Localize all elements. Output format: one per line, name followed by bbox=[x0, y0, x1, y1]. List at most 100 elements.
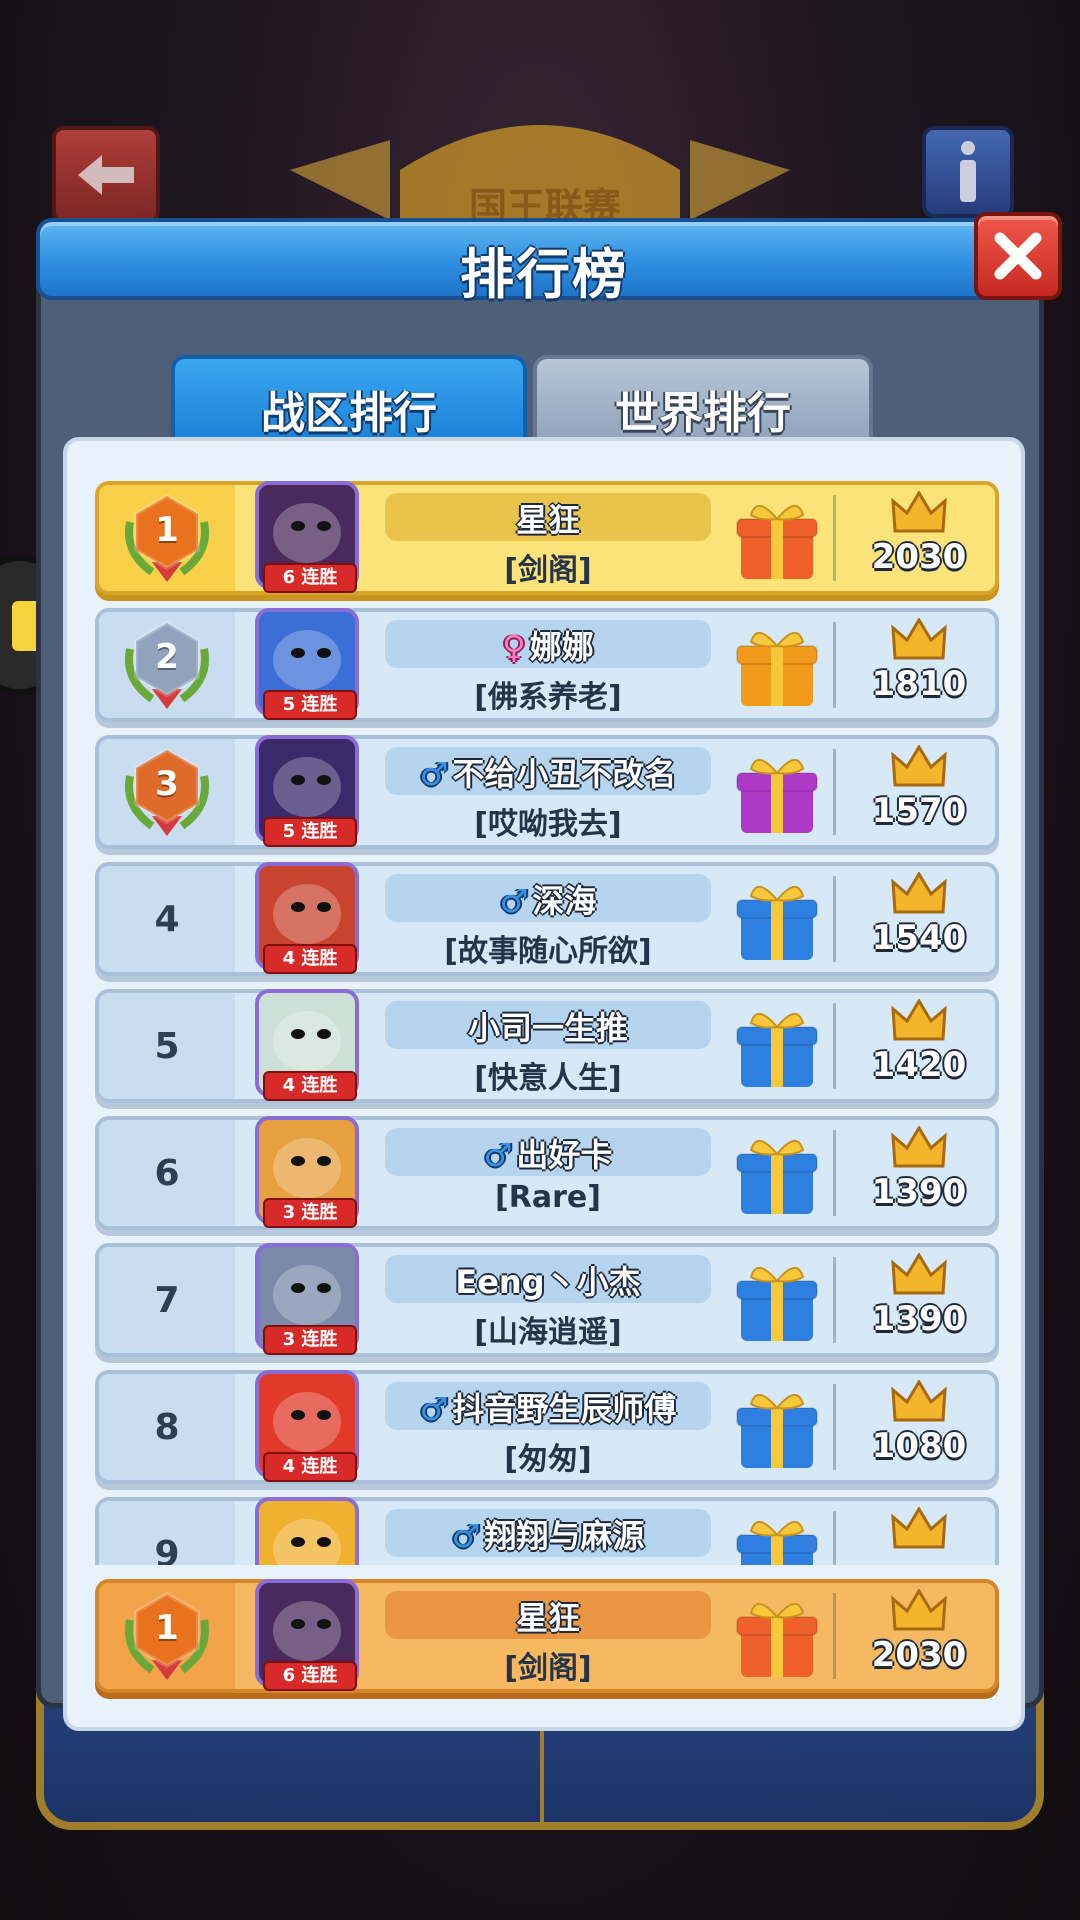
guild-name: [山海逍遥] bbox=[474, 1315, 622, 1350]
ranking-row[interactable]: 5 4 连胜 小司一生推 [快意人生] 1420 bbox=[95, 989, 999, 1103]
trophy-score: 1420 bbox=[871, 1045, 967, 1085]
player-name: 星狂 bbox=[365, 495, 731, 541]
row-divider bbox=[833, 1257, 836, 1343]
male-icon: ♂ bbox=[419, 1390, 449, 1428]
crown-icon bbox=[891, 1380, 947, 1422]
gift-button[interactable] bbox=[731, 1001, 823, 1093]
ranking-row[interactable]: 3 5 连胜 ♂ 不给小丑不改名 [哎呦我去] 1570 bbox=[95, 735, 999, 849]
trophy-score: 2030 bbox=[871, 1635, 967, 1675]
gift-icon bbox=[736, 632, 818, 706]
rank-number: 4 bbox=[154, 898, 180, 940]
avatar-eye bbox=[317, 902, 331, 912]
avatar-eye bbox=[291, 1283, 305, 1293]
gift-button[interactable] bbox=[731, 1509, 823, 1565]
gift-icon bbox=[736, 505, 818, 579]
gift-icon bbox=[736, 1267, 818, 1341]
gift-button[interactable] bbox=[731, 1382, 823, 1474]
player-name-text: 不给小丑不改名 bbox=[452, 755, 677, 793]
player-name: Eeng丶小杰 bbox=[365, 1257, 731, 1303]
avatar-eye bbox=[317, 1029, 331, 1039]
gift-icon bbox=[736, 1013, 818, 1087]
player-name-text: 星狂 bbox=[515, 1599, 580, 1637]
tab-zone-ranking[interactable]: 战区排行 bbox=[171, 355, 527, 445]
avatar-eye bbox=[291, 1156, 305, 1166]
player-avatar[interactable] bbox=[255, 1497, 359, 1565]
rank-number: 6 bbox=[154, 1152, 180, 1194]
trophy-score: 1810 bbox=[871, 664, 967, 704]
win-streak-badge: 4 连胜 bbox=[263, 1452, 357, 1482]
male-icon: ♂ bbox=[483, 1136, 513, 1174]
gift-button[interactable] bbox=[731, 747, 823, 839]
ranking-list[interactable]: 16 连胜 星狂 [剑阁] 2030 2 5 连胜 ♀ 娜娜 [佛系养老] 1810 3 5 连胜 ♂ 不… bbox=[95, 481, 999, 1565]
avatar-face bbox=[273, 1011, 341, 1071]
avatar-eye bbox=[317, 775, 331, 785]
crown-icon bbox=[891, 1507, 947, 1549]
dialog-title: 排行榜 bbox=[460, 243, 628, 306]
gift-icon bbox=[736, 1140, 818, 1214]
rank-cell: 1 bbox=[99, 485, 235, 591]
trophy-score: 2030 bbox=[871, 537, 967, 577]
ranking-row[interactable]: 2 5 连胜 ♀ 娜娜 [佛系养老] 1810 bbox=[95, 608, 999, 722]
male-icon: ♂ bbox=[419, 755, 449, 793]
avatar-eye bbox=[317, 1537, 331, 1547]
rank-number: 8 bbox=[154, 1406, 180, 1448]
rank-number: 5 bbox=[154, 1025, 180, 1067]
gift-button[interactable] bbox=[731, 874, 823, 966]
avatar-face bbox=[273, 884, 341, 944]
rank-cell: 3 bbox=[99, 739, 235, 845]
win-streak-badge: 6 连胜 bbox=[263, 563, 357, 593]
crown-icon bbox=[891, 491, 947, 533]
win-streak-badge: 6 连胜 bbox=[263, 1661, 357, 1691]
close-button[interactable] bbox=[974, 212, 1062, 300]
win-streak-badge: 4 连胜 bbox=[263, 1071, 357, 1101]
gift-icon bbox=[736, 886, 818, 960]
ranking-row[interactable]: 9 ♂ 翔翔与麻源 bbox=[95, 1497, 999, 1565]
info-icon bbox=[960, 141, 976, 202]
rank-medal: 1 bbox=[122, 492, 212, 584]
dialog-panel: 战区排行 世界排行 16 连胜 星狂 [剑阁] 2030 2 5 连胜 ♀ 娜娜 [佛系养老] 1… bbox=[36, 258, 1044, 1731]
guild-name: [故事随心所欲] bbox=[444, 934, 652, 969]
self-rank-row[interactable]: 1 6 连胜 星狂 [剑阁] 2030 bbox=[95, 1579, 999, 1693]
player-name: ♀ 娜娜 bbox=[365, 622, 731, 668]
rank-cell: 1 bbox=[99, 1583, 235, 1689]
female-icon: ♀ bbox=[502, 628, 526, 666]
ranking-row[interactable]: 8 4 连胜 ♂ 抖音野生辰师傅 [匆匆] 1080 bbox=[95, 1370, 999, 1484]
row-divider bbox=[833, 1511, 836, 1565]
player-name: ♂ 抖音野生辰师傅 bbox=[365, 1384, 731, 1430]
trophy-score: 1390 bbox=[871, 1299, 967, 1339]
ranking-row[interactable]: 1 6 连胜 星狂 [剑阁] 2030 bbox=[95, 481, 999, 595]
player-name: 星狂 bbox=[365, 1593, 731, 1639]
rank-cell: 7 bbox=[99, 1247, 235, 1353]
gift-icon bbox=[736, 1603, 818, 1677]
ranking-row[interactable]: 4 4 连胜 ♂ 深海 [故事随心所欲] 1540 bbox=[95, 862, 999, 976]
avatar-face bbox=[273, 1138, 341, 1198]
back-button bbox=[52, 126, 160, 224]
my-rank-row[interactable]: 1 6 连胜 星狂 [剑阁] 2030 bbox=[95, 1579, 999, 1699]
gift-button[interactable] bbox=[731, 493, 823, 585]
win-streak-badge: 4 连胜 bbox=[263, 944, 357, 974]
player-name: ♂ 翔翔与麻源 bbox=[365, 1511, 731, 1557]
avatar-eye bbox=[317, 1283, 331, 1293]
trophy-score: 1080 bbox=[871, 1426, 967, 1466]
gift-button[interactable] bbox=[731, 1255, 823, 1347]
rank-number: 2 bbox=[155, 637, 179, 677]
ranking-row[interactable]: 6 3 连胜 ♂ 出好卡 [Rare] 1390 bbox=[95, 1116, 999, 1230]
gift-icon bbox=[736, 1521, 818, 1565]
crown-icon bbox=[891, 872, 947, 914]
win-streak-badge: 5 连胜 bbox=[263, 817, 357, 847]
rank-number: 9 bbox=[154, 1533, 180, 1566]
trophy-score: 1390 bbox=[871, 1172, 967, 1212]
gift-button[interactable] bbox=[731, 620, 823, 712]
crown-icon bbox=[891, 1126, 947, 1168]
avatar-eye bbox=[291, 1537, 305, 1547]
gift-button[interactable] bbox=[731, 1128, 823, 1220]
guild-name: [剑阁] bbox=[504, 1651, 592, 1686]
gift-button[interactable] bbox=[731, 1591, 823, 1683]
arrow-left-icon bbox=[78, 155, 134, 195]
avatar-eye bbox=[317, 1619, 331, 1629]
ranking-row[interactable]: 7 3 连胜 Eeng丶小杰 [山海逍遥] 1390 bbox=[95, 1243, 999, 1357]
avatar-face bbox=[273, 1601, 341, 1661]
avatar-eye bbox=[291, 648, 305, 658]
tab-world-ranking[interactable]: 世界排行 bbox=[533, 355, 873, 445]
avatar-face bbox=[273, 503, 341, 563]
